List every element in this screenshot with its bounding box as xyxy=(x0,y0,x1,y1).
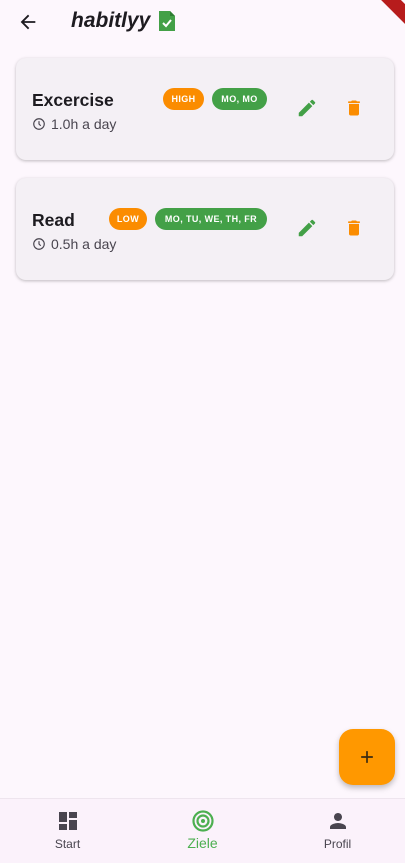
bottom-navigation: Start Ziele Profil xyxy=(0,798,405,863)
back-button[interactable] xyxy=(14,8,42,36)
delete-button[interactable] xyxy=(338,92,370,124)
clock-icon xyxy=(33,238,45,250)
document-check-icon xyxy=(159,11,175,31)
app-title: habitlyy xyxy=(71,9,151,32)
add-habit-button[interactable] xyxy=(339,729,395,785)
days-badge: MO, MO xyxy=(212,88,267,110)
clock-icon xyxy=(33,118,45,130)
nav-label: Start xyxy=(54,837,81,851)
nav-item-profil[interactable]: Profil xyxy=(270,799,405,863)
habit-duration: 1.0h a day xyxy=(32,116,116,132)
days-badge: MO, TU, WE, TH, FR xyxy=(155,208,267,230)
app-bar: habitlyy xyxy=(0,0,405,44)
priority-badge: LOW xyxy=(109,208,147,230)
edit-icon xyxy=(298,219,316,237)
nav-label: Profil xyxy=(323,837,352,851)
dashboard-icon xyxy=(58,812,77,830)
duration-text: 0.5h a day xyxy=(51,236,117,252)
trash-icon xyxy=(348,100,360,116)
trash-icon xyxy=(348,220,360,236)
duration-text: 1.0h a day xyxy=(51,116,117,132)
edit-button[interactable] xyxy=(291,92,323,124)
habit-duration: 0.5h a day xyxy=(32,236,116,252)
habit-name: Read xyxy=(32,210,75,230)
habit-card[interactable]: Read LOW MO, TU, WE, TH, FR 0.5h a day xyxy=(16,178,394,280)
priority-badge: HIGH xyxy=(163,88,204,110)
arrow-left-icon xyxy=(20,14,36,30)
nav-label: Ziele xyxy=(187,835,218,851)
target-icon xyxy=(191,810,214,832)
plus-icon xyxy=(361,751,373,763)
person-icon xyxy=(329,813,346,829)
delete-button[interactable] xyxy=(338,212,370,244)
edit-icon xyxy=(298,99,316,117)
habit-name: Excercise xyxy=(32,90,114,110)
habit-card[interactable]: Excercise HIGH MO, MO 1.0h a day xyxy=(16,58,394,160)
debug-banner xyxy=(360,0,405,29)
nav-item-start[interactable]: Start xyxy=(0,799,135,863)
edit-button[interactable] xyxy=(291,212,323,244)
nav-item-ziele[interactable]: Ziele xyxy=(135,799,270,863)
